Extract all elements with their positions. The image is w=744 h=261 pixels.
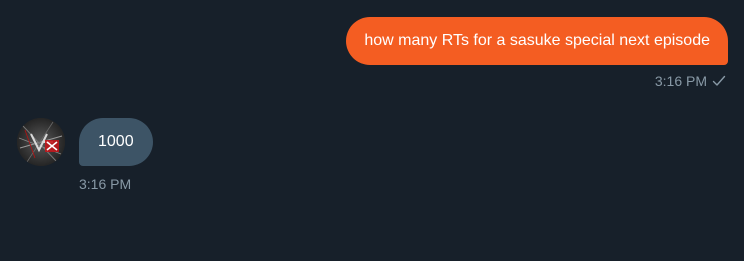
user-avatar[interactable]: [17, 118, 65, 166]
chat-thread: how many RTs for a sasuke special next e…: [0, 0, 744, 261]
incoming-message-timestamp: 3:16 PM: [79, 176, 132, 192]
incoming-message-bubble[interactable]: 1000: [79, 118, 153, 166]
outgoing-message-bubble[interactable]: how many RTs for a sasuke special next e…: [346, 17, 728, 65]
outgoing-message-timestamp: 3:16 PM: [654, 73, 707, 89]
outgoing-message-meta: 3:16 PM: [655, 72, 726, 90]
checkmark-icon: [712, 75, 726, 86]
avatar-image: [17, 118, 65, 166]
